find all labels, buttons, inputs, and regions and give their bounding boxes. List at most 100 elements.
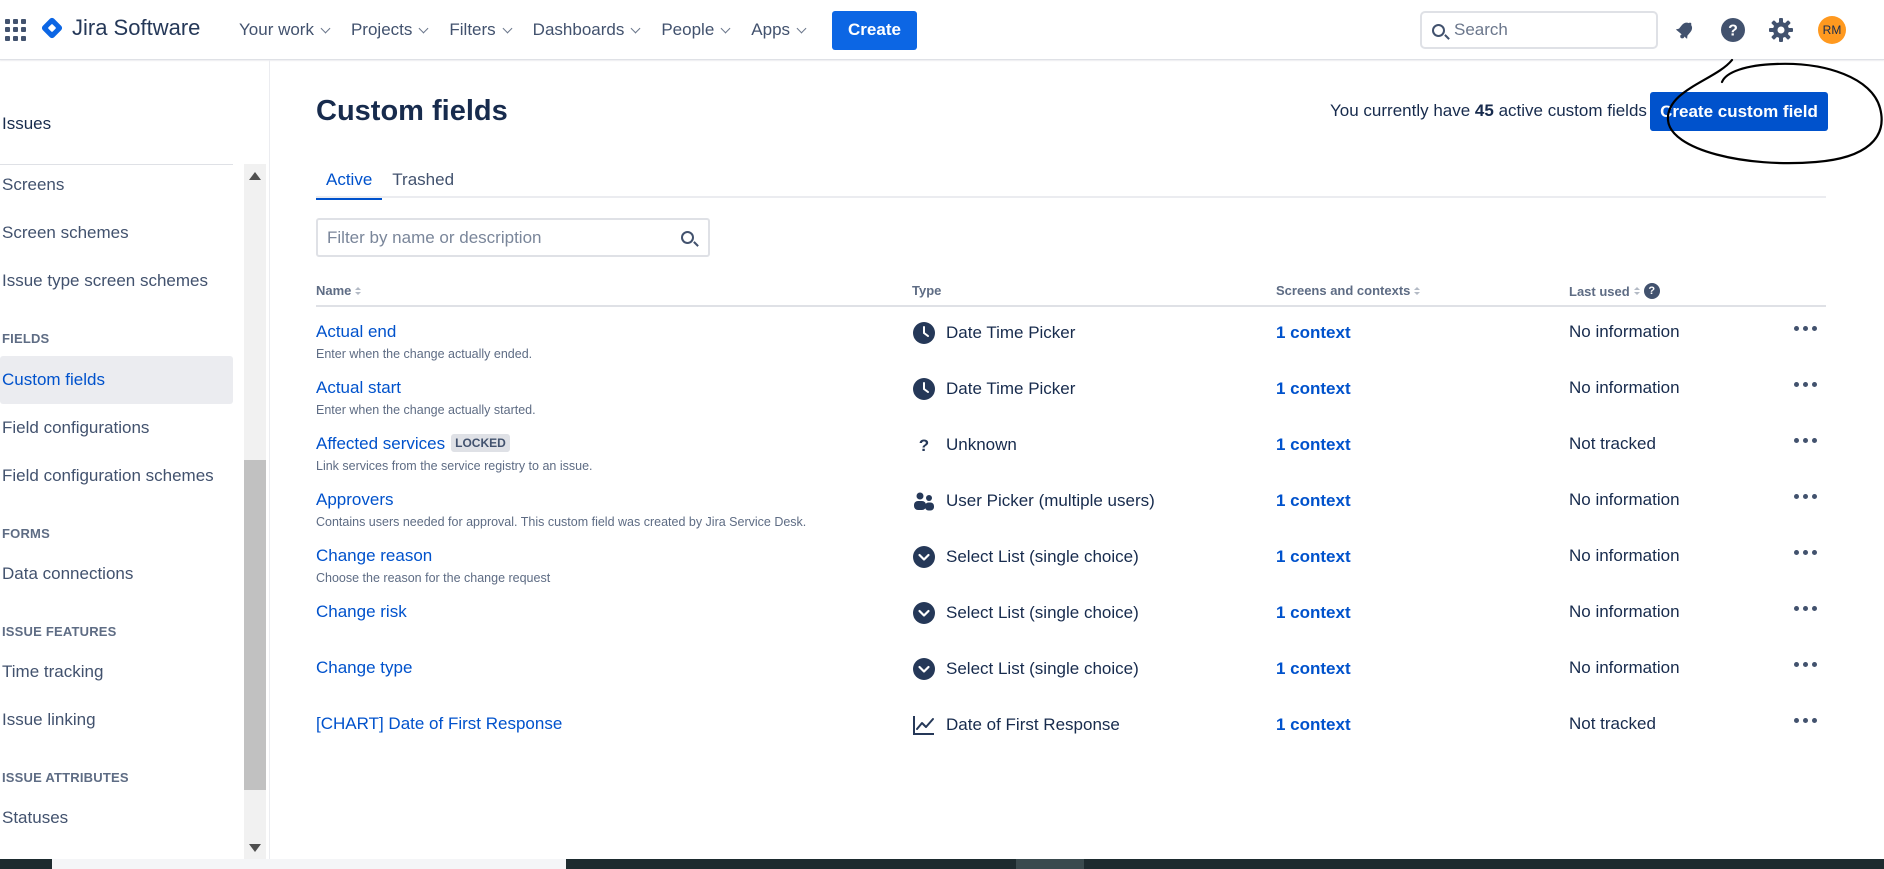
chevron-down-icon	[630, 23, 641, 33]
field-type-label: Date Time Picker	[946, 379, 1076, 398]
search-icon	[681, 231, 694, 244]
field-name-link[interactable]: Actual start	[316, 378, 401, 397]
select-list-icon	[912, 545, 936, 569]
chevron-down-icon	[320, 23, 331, 33]
column-header-screens[interactable]: Screens and contexts	[1276, 283, 1421, 298]
field-name-link[interactable]: Affected services	[316, 434, 445, 453]
field-name-link[interactable]: Actual end	[316, 322, 396, 341]
field-description: Choose the reason for the change request	[316, 571, 551, 585]
sort-icon	[1633, 287, 1640, 295]
more-actions-icon[interactable]	[1794, 606, 1817, 611]
nav-projects[interactable]: Projects	[340, 10, 438, 50]
field-type-cell: Select List (single choice)	[912, 657, 1139, 681]
help-icon[interactable]: ?	[1719, 16, 1747, 44]
sidebar-item-statuses[interactable]: Statuses	[0, 794, 233, 842]
active-count-text: You currently have 45 active custom fiel…	[1330, 101, 1647, 121]
field-name-link[interactable]: Approvers	[316, 490, 393, 509]
taskbar-segment	[1016, 859, 1084, 869]
field-type-label: Select List (single choice)	[946, 547, 1139, 566]
scroll-down-arrow-icon[interactable]	[249, 844, 261, 852]
sidebar-item-custom-fields[interactable]: Custom fields	[0, 356, 233, 404]
column-label: Last used	[1569, 283, 1630, 299]
more-actions-icon[interactable]	[1794, 550, 1817, 555]
filter-input[interactable]: Filter by name or description	[316, 218, 710, 257]
column-header-type: Type	[912, 283, 941, 298]
column-header-name[interactable]: Name	[316, 283, 362, 298]
nav-filters[interactable]: Filters	[438, 10, 521, 50]
count-suffix: active custom fields	[1498, 101, 1647, 120]
field-name-link[interactable]: Change type	[316, 658, 412, 677]
scrollbar-thumb[interactable]	[244, 460, 266, 790]
field-description: Enter when the change actually started.	[316, 403, 536, 417]
sidebar-item-issue-type-screen-schemes[interactable]: Issue type screen schemes	[0, 257, 233, 305]
contexts-link[interactable]: 1 context	[1276, 435, 1351, 455]
count-prefix: You currently have	[1330, 101, 1471, 120]
create-custom-field-button[interactable]: Create custom field	[1650, 92, 1828, 131]
sidebar-heading-issue-attributes: ISSUE ATTRIBUTES	[2, 770, 129, 785]
field-name-link[interactable]: [CHART] Date of First Response	[316, 714, 562, 733]
contexts-link[interactable]: 1 context	[1276, 379, 1351, 399]
more-actions-icon[interactable]	[1794, 718, 1817, 723]
nav-your-work[interactable]: Your work	[228, 10, 340, 50]
app-switcher-icon[interactable]	[5, 19, 27, 41]
settings-icon[interactable]	[1767, 16, 1795, 44]
notifications-icon[interactable]	[1671, 16, 1699, 44]
nav-people[interactable]: People	[650, 10, 740, 50]
sidebar-item-screens[interactable]: Screens	[0, 161, 233, 209]
contexts-link[interactable]: 1 context	[1276, 547, 1351, 567]
tab-trashed[interactable]: Trashed	[382, 162, 464, 198]
column-header-last-used[interactable]: Last used?	[1569, 283, 1660, 299]
contexts-link[interactable]: 1 context	[1276, 603, 1351, 623]
sidebar-item-issue-linking[interactable]: Issue linking	[0, 696, 233, 744]
field-name-cell: Affected services LOCKED Link services fro…	[316, 434, 593, 473]
jira-logo[interactable]: Jira Software	[40, 15, 200, 41]
field-name-link[interactable]: Change reason	[316, 546, 432, 565]
tab-active[interactable]: Active	[316, 162, 383, 200]
sidebar-scrollbar[interactable]	[244, 164, 266, 860]
table-header: Name Type Screens and contexts Last used…	[316, 283, 1826, 307]
contexts-link[interactable]: 1 context	[1276, 715, 1351, 735]
sidebar-item-screen-schemes[interactable]: Screen schemes	[0, 209, 233, 257]
field-type-cell: Date of First Response	[912, 713, 1120, 737]
contexts-link[interactable]: 1 context	[1276, 323, 1351, 343]
nav-dashboards[interactable]: Dashboards	[522, 10, 651, 50]
create-button[interactable]: Create	[832, 10, 917, 50]
sidebar-item-time-tracking[interactable]: Time tracking	[0, 648, 233, 696]
column-label: Name	[316, 283, 352, 298]
more-actions-icon[interactable]	[1794, 326, 1817, 331]
avatar[interactable]: RM	[1818, 16, 1846, 44]
count-value: 45	[1474, 101, 1494, 120]
sidebar-item-field-configuration-schemes[interactable]: Field configuration schemes	[0, 452, 233, 500]
more-actions-icon[interactable]	[1794, 662, 1817, 667]
main-content: Custom fields You currently have 45 acti…	[316, 58, 1883, 860]
field-description: Link services from the service registry …	[316, 459, 593, 473]
nav-apps[interactable]: Apps	[740, 10, 816, 50]
search-input[interactable]: Search	[1420, 11, 1658, 49]
sidebar-item-field-configurations[interactable]: Field configurations	[0, 404, 233, 452]
scroll-up-arrow-icon[interactable]	[249, 172, 261, 180]
more-actions-icon[interactable]	[1794, 438, 1817, 443]
help-icon[interactable]: ?	[1643, 283, 1660, 299]
field-name-cell: Change reason Choose the reason for the c…	[316, 546, 550, 585]
more-actions-icon[interactable]	[1794, 382, 1817, 387]
chevron-down-icon	[418, 23, 429, 33]
users-icon	[912, 489, 936, 513]
field-name-link[interactable]: Change risk	[316, 602, 407, 621]
table-row: [CHART] Date of First Response Date of Fi…	[316, 702, 1826, 769]
search-icon	[1432, 23, 1445, 37]
field-type-label: Select List (single choice)	[946, 659, 1139, 678]
contexts-link[interactable]: 1 context	[1276, 659, 1351, 679]
last-used-value: Not tracked	[1569, 434, 1656, 453]
chevron-down-icon	[502, 23, 513, 33]
last-used-value: No information	[1569, 322, 1680, 341]
field-name-cell: Change type	[316, 658, 412, 678]
sidebar-item-data-connections[interactable]: Data connections	[0, 550, 233, 598]
nav-label: Apps	[751, 20, 791, 39]
contexts-link[interactable]: 1 context	[1276, 491, 1351, 511]
clock-icon	[912, 321, 936, 345]
search-placeholder: Search	[1454, 20, 1508, 39]
more-actions-icon[interactable]	[1794, 494, 1817, 499]
field-type-cell: Date Time Picker	[912, 321, 1075, 345]
last-used-value: Not tracked	[1569, 714, 1656, 733]
field-name-cell: [CHART] Date of First Response	[316, 714, 562, 734]
